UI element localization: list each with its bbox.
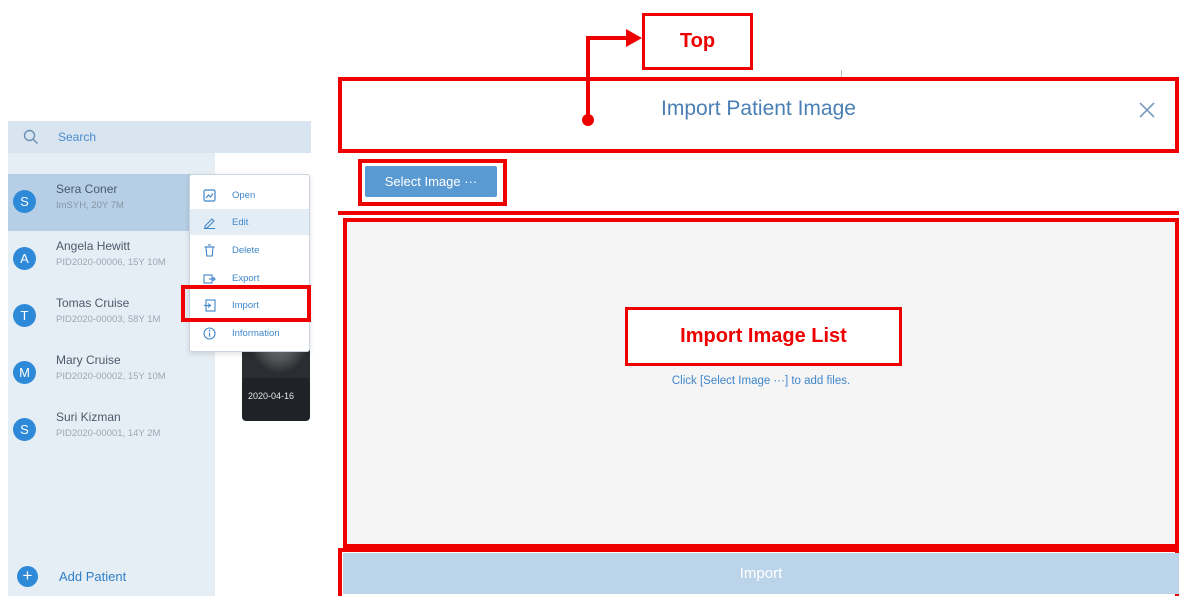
dialog-header-highlight: Import Patient Image	[338, 77, 1179, 153]
patient-id-age: ImSYH, 20Y 7M	[56, 200, 124, 211]
search-bar[interactable]: Search	[8, 121, 311, 153]
thumbnail-date: 2020-04-16	[248, 391, 295, 401]
avatar: A	[13, 247, 36, 270]
import-button[interactable]: Import	[343, 553, 1179, 594]
patient-name: Tomas Cruise	[56, 296, 130, 310]
import-highlight-box	[181, 285, 311, 322]
patient-row[interactable]: M Mary Cruise PID2020-00002, 15Y 10M	[8, 345, 215, 402]
menu-item-label: Export	[232, 272, 260, 284]
patient-name: Sera Coner	[56, 182, 118, 196]
patient-id-age: PID2020-00002, 15Y 10M	[56, 371, 166, 382]
menu-item-edit[interactable]: Edit	[190, 209, 309, 235]
menu-item-label: Information	[232, 327, 280, 339]
menu-item-label: Delete	[232, 244, 260, 256]
menu-item-label: Edit	[232, 216, 249, 228]
menu-item-label: Open	[232, 189, 256, 201]
patient-id-age: PID2020-00003, 58Y 1M	[56, 314, 161, 325]
menu-item-delete[interactable]: Delete	[190, 237, 309, 263]
patient-id-age: PID2020-00006, 15Y 10M	[56, 257, 166, 268]
patient-name: Angela Hewitt	[56, 239, 131, 253]
delete-icon	[202, 243, 216, 257]
annotation-top: Top	[642, 13, 753, 70]
search-input[interactable]: Search	[58, 130, 96, 144]
patient-sidebar: Search S Sera Coner ImSYH, 20Y 7M A Ange…	[8, 121, 311, 596]
edit-icon	[202, 215, 216, 229]
add-patient-label: Add Patient	[59, 568, 127, 584]
avatar: M	[13, 361, 36, 384]
information-icon	[202, 326, 216, 340]
menu-item-information[interactable]: Information	[190, 320, 309, 346]
search-icon	[23, 129, 38, 144]
select-image-highlight	[358, 159, 507, 206]
context-menu: Open Edit Delete Export Import Informati…	[189, 174, 310, 352]
patient-id-age: PID2020-00001, 14Y 2M	[56, 428, 161, 439]
avatar: T	[13, 304, 36, 327]
open-icon	[202, 188, 216, 202]
export-icon	[202, 271, 216, 285]
avatar: S	[13, 418, 36, 441]
patient-name: Mary Cruise	[56, 353, 121, 367]
patient-row[interactable]: S Suri Kizman PID2020-00001, 14Y 2M	[8, 402, 215, 459]
plus-icon: +	[17, 565, 38, 587]
patient-row[interactable]: S Sera Coner ImSYH, 20Y 7M	[8, 174, 215, 231]
close-icon[interactable]	[1137, 100, 1157, 120]
patient-row[interactable]: A Angela Hewitt PID2020-00006, 15Y 10M	[8, 231, 215, 288]
avatar: S	[13, 190, 36, 213]
annotation-arrow	[582, 29, 642, 126]
dialog-title: Import Patient Image	[661, 97, 856, 120]
menu-item-open[interactable]: Open	[190, 182, 309, 208]
add-patient-button[interactable]: + Add Patient	[17, 564, 126, 588]
annotation-import-list: Import Image List	[625, 307, 902, 366]
list-hint: Click [Select Image ···] to add files.	[671, 375, 851, 387]
patient-name: Suri Kizman	[56, 410, 121, 424]
